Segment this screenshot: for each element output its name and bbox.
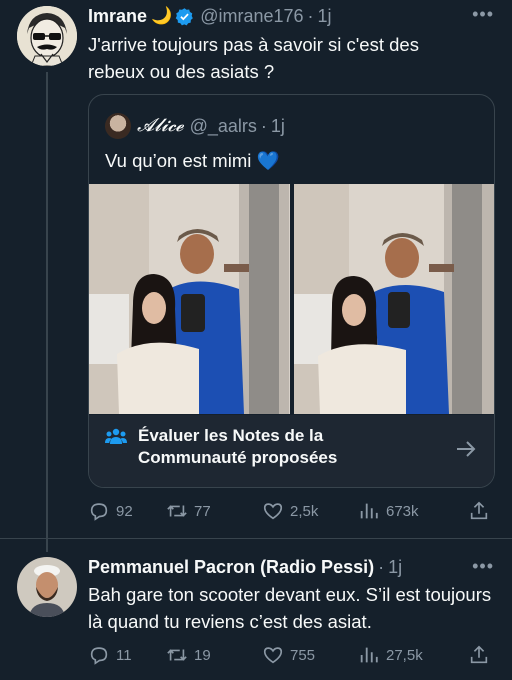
- reply-retweet-button[interactable]: 19: [166, 644, 262, 666]
- reply-header: Pemmanuel Pacron (Radio Pessi) · 1j: [88, 556, 402, 578]
- retweet-count: 77: [194, 502, 211, 520]
- reply-actions: 11 19 755 27,5k: [88, 644, 498, 666]
- views-count: 673k: [386, 502, 419, 520]
- views-icon: [360, 647, 378, 663]
- moon-emoji: 🌙: [151, 6, 173, 25]
- quote-avatar[interactable]: [105, 113, 131, 139]
- avatar[interactable]: [17, 6, 77, 66]
- reply-more-icon[interactable]: •••: [472, 556, 494, 577]
- quote-author-name[interactable]: 𝓐𝓵𝓲𝓬𝓮: [137, 115, 184, 137]
- views-button[interactable]: 673k: [358, 500, 468, 522]
- separator-dot: ·: [307, 6, 314, 26]
- reply-like-button[interactable]: 755: [262, 644, 358, 666]
- blue-heart-emoji: 💙: [256, 150, 280, 171]
- reply-icon: [90, 647, 108, 665]
- verified-icon: [175, 7, 194, 26]
- divider: [0, 538, 512, 539]
- reply-button[interactable]: 92: [88, 500, 166, 522]
- quote-text: Vu qu’on est mimi 💙: [105, 147, 280, 174]
- reply-share-button[interactable]: [468, 644, 490, 666]
- share-button[interactable]: [468, 500, 490, 522]
- main-tweet[interactable]: Imrane 🌙 @imrane176 · 1j ••• J'arrive to…: [0, 0, 512, 552]
- quoted-tweet[interactable]: 𝓐𝓵𝓲𝓬𝓮 @_aalrs · 1j Vu qu’on est mimi 💙 É…: [88, 94, 495, 488]
- reply-icon: [90, 503, 108, 521]
- author-handle[interactable]: @imrane176: [200, 5, 303, 27]
- photo-2[interactable]: [293, 184, 494, 414]
- community-notes-icon: [105, 427, 127, 452]
- reply-reply-count: 11: [116, 646, 132, 664]
- community-notes-label: Évaluer les Notes de la Communauté propo…: [138, 426, 338, 467]
- reply-author-name[interactable]: Pemmanuel Pacron (Radio Pessi): [88, 556, 374, 578]
- reply-reply-button[interactable]: 11: [88, 644, 166, 666]
- share-icon: [470, 645, 488, 664]
- reply-separator-dot: ·: [378, 557, 385, 577]
- quote-separator-dot: ·: [260, 116, 267, 136]
- tweet-time[interactable]: 1j: [318, 5, 332, 27]
- reply-views-button[interactable]: 27,5k: [358, 644, 468, 666]
- quote-text-content: Vu qu’on est mimi: [105, 150, 252, 171]
- retweet-icon: [167, 505, 187, 517]
- quote-time[interactable]: 1j: [271, 115, 285, 137]
- tweet-text: J'arrive toujours pas à savoir si c'est …: [88, 34, 419, 82]
- photo-1[interactable]: [89, 184, 290, 414]
- arrow-right-icon[interactable]: [456, 440, 476, 463]
- reply-time[interactable]: 1j: [388, 556, 402, 578]
- reply-like-count: 755: [290, 646, 316, 664]
- reply-avatar-illustration: [17, 557, 77, 617]
- more-icon[interactable]: •••: [472, 4, 494, 25]
- reply-views-count: 27,5k: [386, 646, 423, 664]
- like-icon: [263, 647, 283, 664]
- tweet-header: Imrane 🌙 @imrane176 · 1j: [88, 5, 332, 27]
- avatar-illustration: [17, 6, 77, 66]
- author-name[interactable]: Imrane: [88, 5, 147, 27]
- quote-author-handle[interactable]: @_aalrs: [190, 115, 257, 137]
- quote-media: [89, 184, 494, 414]
- views-icon: [360, 503, 378, 519]
- like-count: 2,5k: [290, 502, 319, 520]
- retweet-icon: [167, 649, 187, 661]
- tweet-actions: 92 77 2,5k 673k: [88, 500, 498, 522]
- share-icon: [470, 501, 488, 520]
- community-notes-banner[interactable]: Évaluer les Notes de la Communauté propo…: [89, 415, 494, 487]
- reply-avatar[interactable]: [17, 557, 77, 617]
- selfie-image-1: [89, 184, 289, 414]
- reply-tweet[interactable]: Pemmanuel Pacron (Radio Pessi) · 1j ••• …: [0, 540, 512, 680]
- reply-count: 92: [116, 502, 133, 520]
- like-button[interactable]: 2,5k: [262, 500, 358, 522]
- reply-text: Bah gare ton scooter devant eux. S’il es…: [88, 584, 492, 632]
- retweet-button[interactable]: 77: [166, 500, 262, 522]
- quote-header: 𝓐𝓵𝓲𝓬𝓮 @_aalrs · 1j: [137, 115, 285, 137]
- thread-line: [46, 72, 48, 552]
- selfie-image-2: [293, 184, 494, 414]
- reply-retweet-count: 19: [194, 646, 211, 664]
- like-icon: [263, 503, 283, 520]
